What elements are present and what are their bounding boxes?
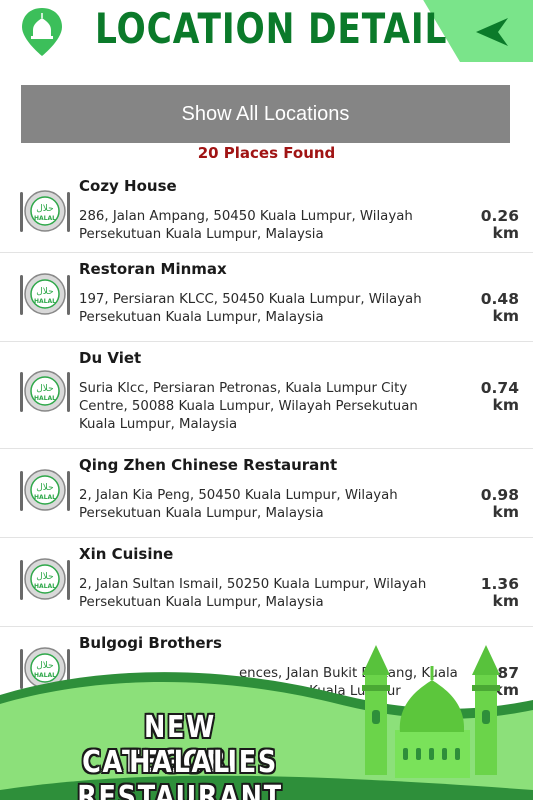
place-address: 2, Jalan Sultan Ismail, 50250 Kuala Lump… <box>79 577 427 610</box>
place-distance: 0.48 km <box>480 290 519 325</box>
place-address: 2, Jalan Kia Peng, 50450 Kuala Lumpur, W… <box>79 488 398 521</box>
place-distance: 0.26 km <box>480 207 519 242</box>
place-name: Restoran Minmax <box>79 260 227 278</box>
place-address: 197, Persiaran KLCC, 50450 Kuala Lumpur,… <box>79 292 422 325</box>
place-distance: 1.36 km <box>480 575 519 610</box>
list-item[interactable]: حلال HALAL Xin Cuisine 2, Jalan Sultan I… <box>0 538 533 627</box>
banner-line-2: HALAL RESTAURANT <box>77 745 283 800</box>
place-address: 286, Jalan Ampang, 50450 Kuala Lumpur, W… <box>79 209 413 242</box>
page-title: LOCATION DETAIL <box>95 4 448 53</box>
back-arrow-icon[interactable] <box>470 14 514 50</box>
show-all-locations-button[interactable]: Show All Locations <box>21 85 510 143</box>
place-name: Du Viet <box>79 349 142 367</box>
list-item[interactable]: حلال HALAL Qing Zhen Chinese Restaurant … <box>0 449 533 538</box>
place-distance: 0.98 km <box>480 486 519 521</box>
place-address: Suria Klcc, Persiaran Petronas, Kuala Lu… <box>79 381 418 432</box>
list-item[interactable]: حلال HALAL Restoran Minmax 197, Persiara… <box>0 253 533 342</box>
places-list: حلال HALAL Cozy House 286, Jalan Ampang,… <box>0 170 533 717</box>
mosque-icon <box>362 645 500 778</box>
list-item[interactable]: حلال HALAL Du Viet Suria Klcc, Persiaran… <box>0 342 533 449</box>
place-name: Qing Zhen Chinese Restaurant <box>79 456 338 474</box>
list-item[interactable]: حلال HALAL Cozy House 286, Jalan Ampang,… <box>0 170 533 253</box>
place-distance: 0.74 km <box>480 379 519 414</box>
places-found-count: 20 Places Found <box>197 144 336 162</box>
mosque-pin-icon <box>22 8 62 56</box>
place-name: Xin Cuisine <box>79 545 174 563</box>
place-name: Cozy House <box>79 177 177 195</box>
app-header: LOCATION DETAIL <box>0 0 533 64</box>
